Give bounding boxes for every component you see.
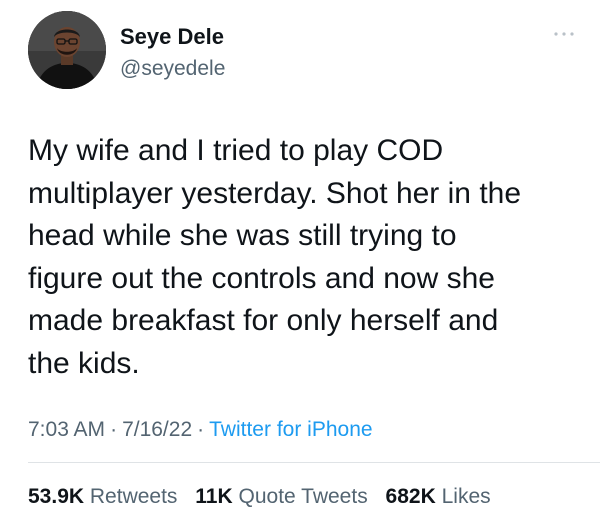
separator: · [197,418,205,441]
tweet-source-link[interactable]: Twitter for iPhone [209,418,372,441]
tweet-text: My wife and I tried to play COD multipla… [28,134,522,380]
separator: · [110,418,118,441]
divider [28,462,600,463]
display-name[interactable]: Seye Dele [120,24,224,50]
avatar-image [28,11,106,89]
likes-stat[interactable]: 682K Likes [386,485,491,509]
likes-count: 682K [385,485,436,508]
quote-tweets-count: 11K [195,485,233,508]
more-options-button[interactable] [552,26,576,42]
user-handle[interactable]: @seyedele [120,57,225,81]
retweets-label: Retweets [89,485,178,508]
tweet-time[interactable]: 7:03 AM [28,418,105,441]
retweets-count: 53.9K [28,485,85,508]
more-horizontal-icon [554,32,574,36]
quote-tweets-stat[interactable]: 11K Quote Tweets [195,485,367,509]
quote-tweets-label: Quote Tweets [238,485,368,508]
tweet-card: Seye Dele @seyedele My wife and I tried … [0,0,600,527]
engagement-stats: 53.9K Retweets 11K Quote Tweets 682K Lik… [28,485,503,509]
tweet-metadata: 7:03 AM · 7/16/22 · Twitter for iPhone [28,418,373,442]
likes-label: Likes [441,485,491,508]
tweet-date[interactable]: 7/16/22 [122,418,192,441]
retweets-stat[interactable]: 53.9K Retweets [28,485,177,509]
avatar[interactable] [28,11,106,89]
